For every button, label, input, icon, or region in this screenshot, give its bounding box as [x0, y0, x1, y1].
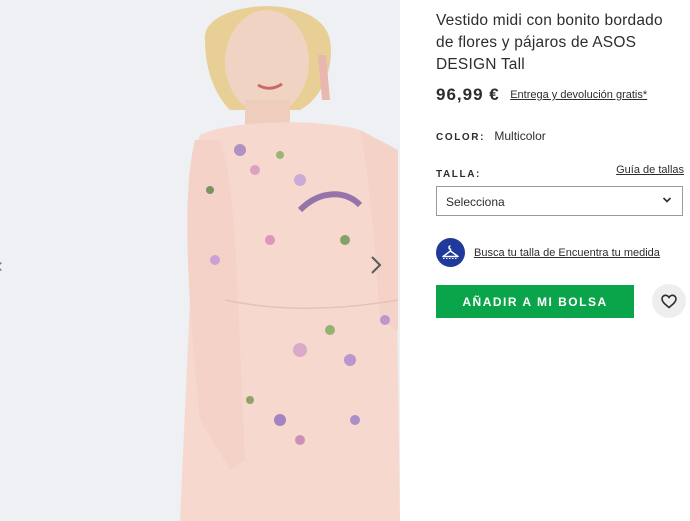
color-label: COLOR: — [436, 132, 486, 143]
hanger-icon[interactable] — [436, 238, 465, 267]
size-select[interactable]: Selecciona — [436, 186, 683, 216]
save-for-later-button[interactable] — [652, 284, 686, 318]
previous-image-arrow-icon[interactable]: ‹ — [0, 256, 10, 276]
size-select-value: Selecciona — [446, 195, 505, 209]
delivery-returns-link[interactable]: Entrega y devolución gratis* — [510, 89, 647, 101]
product-gallery: ‹ — [0, 0, 400, 521]
find-my-size-link[interactable]: Busca tu talla de Encuentra tu medida — [474, 247, 660, 259]
size-guide-link[interactable]: Guía de tallas — [616, 164, 684, 176]
color-row: COLOR: Multicolor — [436, 129, 546, 143]
product-photo — [0, 0, 400, 521]
add-to-bag-button[interactable]: AÑADIR A MI BOLSA — [436, 285, 634, 318]
color-value: Multicolor — [494, 129, 546, 143]
product-price: 96,99 € — [436, 85, 500, 104]
product-title: Vestido midi con bonito bordado de flore… — [436, 12, 663, 73]
next-image-arrow-icon[interactable] — [368, 254, 384, 276]
heart-icon — [661, 294, 677, 309]
size-row: TALLA: Guía de tallas — [436, 164, 684, 182]
chevron-down-icon — [662, 197, 672, 203]
price-row: 96,99 € Entrega y devolución gratis* — [436, 85, 647, 105]
fit-assistant-row: Busca tu talla de Encuentra tu medida — [436, 238, 686, 268]
size-label: TALLA: — [436, 169, 481, 180]
